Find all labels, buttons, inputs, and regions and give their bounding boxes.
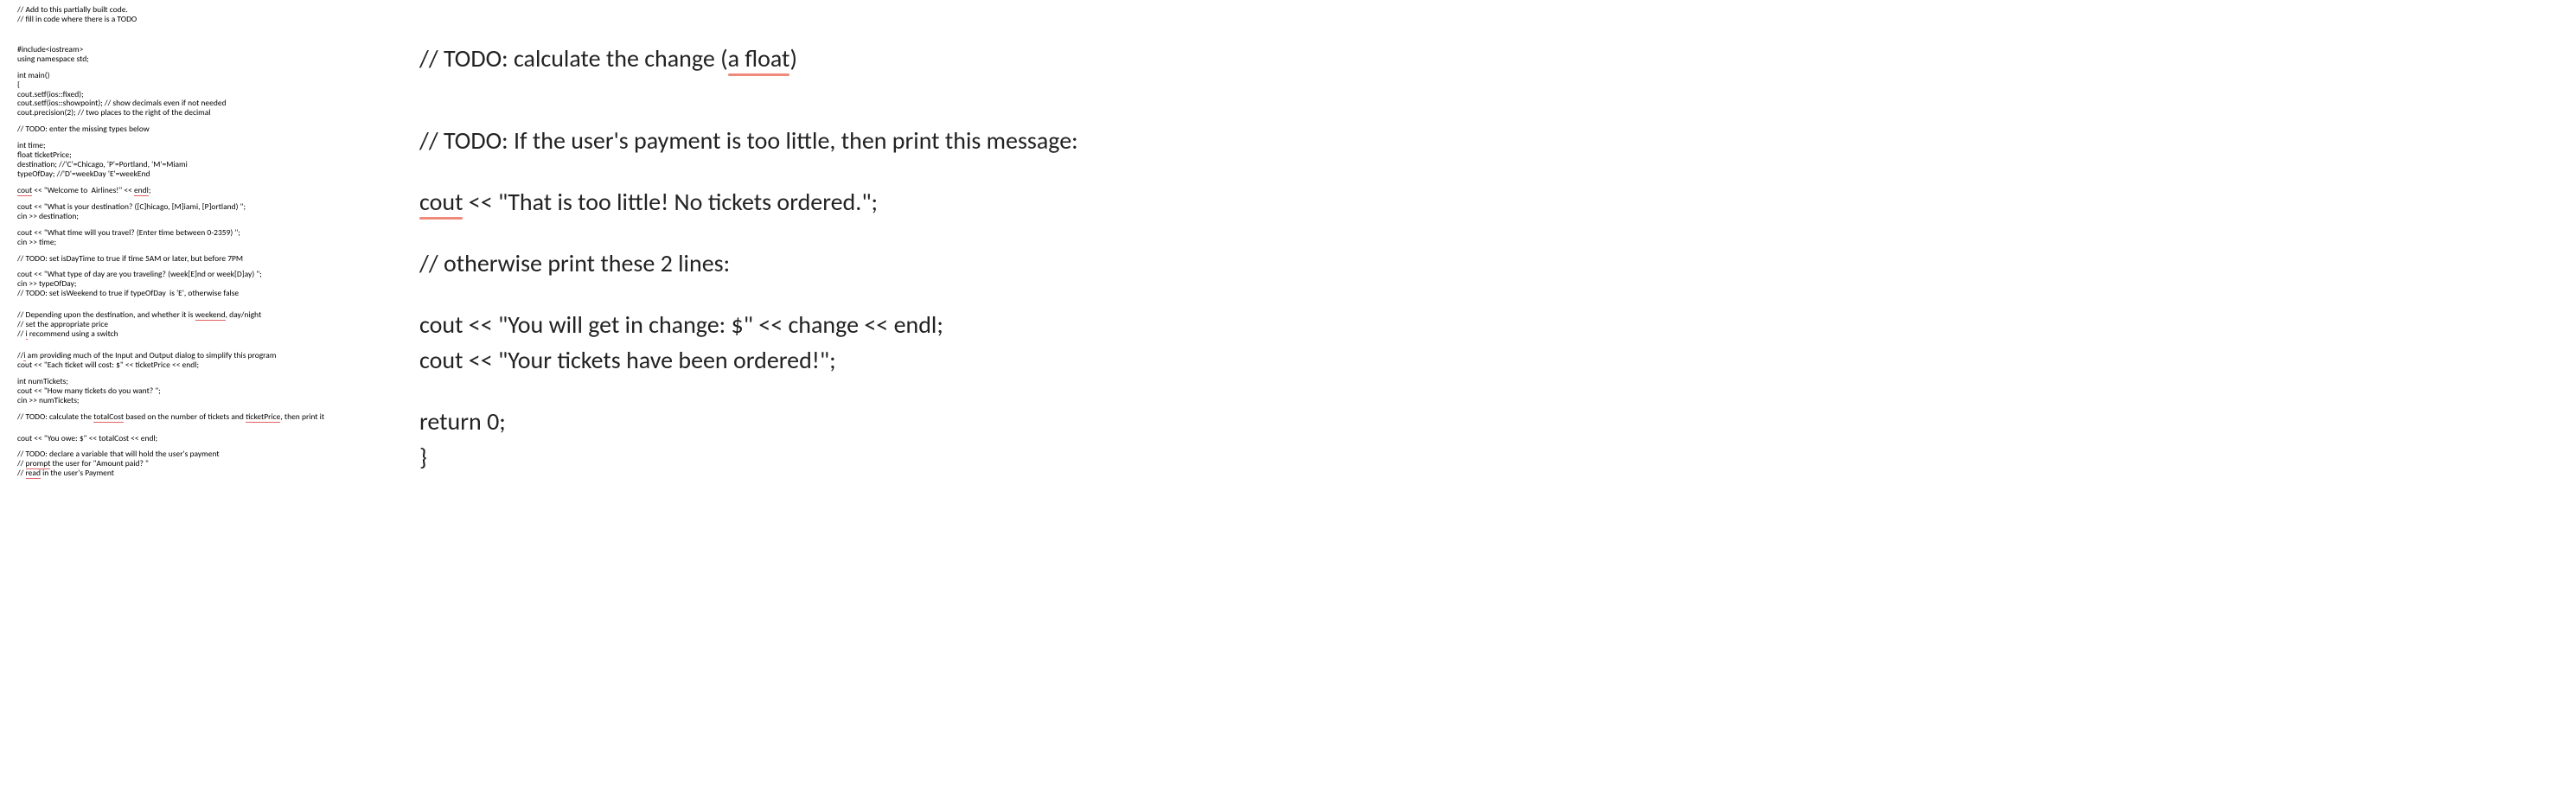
code-line: cout.precision(2); // two places to the … [17, 108, 363, 118]
code-line: cin >> time; [17, 238, 363, 247]
code-line: cout << "You owe: $" << totalCost << end… [17, 434, 363, 443]
code-line: cin >> destination; [17, 212, 363, 221]
code-line: // TODO: set isDayTime to true if time 5… [17, 254, 363, 264]
code-line: // fill in code where there is a TODO [17, 15, 363, 24]
underline-word: a float [728, 43, 790, 73]
page-root: // Add to this partially built code. // … [0, 0, 2576, 803]
code-line: cout << "Each ticket will cost: $" << ti… [17, 360, 363, 370]
code-line: cout << "Your tickets have been ordered!… [419, 345, 1078, 375]
code-left-column: // Add to this partially built code. // … [17, 5, 363, 478]
code-line: // i recommend using a switch [17, 329, 363, 339]
code-line: // TODO: calculate the change (a float) [419, 43, 1078, 73]
code-line: // TODO: calculate the totalCost based o… [17, 412, 363, 422]
code-line: cout << "Welcome to Airlines!" << endl; [17, 186, 363, 195]
code-line: typeOfDay; //'D'=weekDay 'E'=weekEnd [17, 169, 363, 179]
underline-word: i [23, 351, 25, 360]
code-line: // read in the user's Payment [17, 468, 363, 478]
code-line: cout << "You will get in change: $" << c… [419, 309, 1078, 340]
code-line: int main() [17, 71, 363, 80]
code-line: // otherwise print these 2 lines: [419, 248, 1078, 278]
underline-word: weekend [195, 310, 226, 320]
code-line: cin >> numTickets; [17, 396, 363, 405]
code-line: using namespace std; [17, 54, 363, 64]
underline-word: ticketPrice [246, 412, 280, 422]
code-line: // TODO: If the user's payment is too li… [419, 125, 1078, 156]
code-line: // TODO: enter the missing types below [17, 124, 363, 134]
underline-word: read [26, 468, 41, 478]
underline-word: cout [17, 186, 32, 195]
code-line: cout << "That is too little! No tickets … [419, 187, 1078, 217]
code-line: { [17, 80, 363, 90]
code-line: // TODO: set isWeekend to true if typeOf… [17, 289, 363, 298]
code-line: } [419, 442, 1078, 472]
code-right-column: // TODO: calculate the change (a float) … [419, 43, 1078, 472]
underline-word: endl [134, 186, 149, 195]
code-line: cout << "What time will you travel? (Ent… [17, 228, 363, 238]
code-line: return 0; [419, 406, 1078, 437]
underline-word: totalCost [93, 412, 124, 422]
underline-word: i [26, 329, 28, 339]
underline-word: cout [419, 187, 463, 217]
